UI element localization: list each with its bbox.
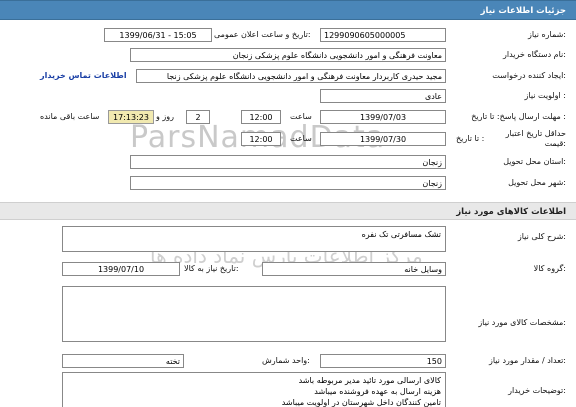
announce-label: تاریخ و ساعت اعلان عمومی: bbox=[214, 30, 311, 39]
priority-label: اولویت نیاز : bbox=[524, 91, 566, 100]
page-title: جزئیات اطلاعات نیاز bbox=[480, 6, 566, 16]
remaining-time-field: 17:13:23 bbox=[108, 110, 154, 124]
buyer-notes-line: تامین کنندگان داخل شهرستان در اولویت میب… bbox=[281, 398, 441, 407]
delivery-city-field: زنجان bbox=[130, 176, 446, 190]
goods-specs-field bbox=[62, 286, 446, 342]
price-validity-date-label: تا تاریخ : bbox=[456, 134, 485, 143]
price-validity-time-field: 12:00 bbox=[241, 132, 281, 146]
delivery-province-field: زنجان bbox=[130, 155, 446, 169]
need-date-field: 1399/07/10 bbox=[62, 262, 180, 276]
buyer-notes-field: کالای ارسالی مورد تائید مدیر مربوطه باشد… bbox=[62, 372, 446, 407]
priority-field: عادی bbox=[320, 89, 446, 103]
page-header: جزئیات اطلاعات نیاز bbox=[0, 0, 576, 20]
price-validity-date-field: 1399/07/30 bbox=[320, 132, 446, 146]
creator-label: ایجاد کننده درخواست: bbox=[492, 71, 566, 80]
response-time-field: 12:00 bbox=[241, 110, 281, 124]
response-date-field: 1399/07/03 bbox=[320, 110, 446, 124]
goods-specs-label: مشخصات کالای مورد نیاز: bbox=[478, 318, 566, 327]
buyer-notes-line: هزینه ارسال به عهده فروشنده میباشد bbox=[314, 387, 441, 396]
goods-section-header: اطلاعات کالاهای مورد نیاز bbox=[0, 202, 576, 220]
buyer-contact-link[interactable]: اطلاعات تماس خریدار bbox=[40, 71, 127, 80]
goods-group-field: وسایل خانه bbox=[262, 262, 446, 276]
response-time-label: ساعت bbox=[290, 112, 312, 121]
price-validity-label-2: قیمت: bbox=[544, 139, 566, 148]
need-date-label: تاریخ نیاز به کالا: bbox=[184, 264, 239, 273]
general-desc-field: تشک مسافرتی تک نفره bbox=[62, 226, 446, 252]
delivery-city-label: شهر محل تحویل: bbox=[508, 178, 566, 187]
announce-field: 1399/06/31 - 15:05 bbox=[104, 28, 212, 42]
quantity-label: تعداد / مقدار مورد نیاز: bbox=[488, 356, 566, 365]
days-label: روز و bbox=[156, 112, 174, 121]
remaining-label: ساعت باقی مانده bbox=[40, 112, 100, 121]
general-desc-label: شرح کلی نیاز: bbox=[517, 232, 566, 241]
need-number-label: شماره نیاز: bbox=[527, 30, 566, 39]
quantity-field: 150 bbox=[320, 354, 446, 368]
price-validity-time-label: ساعت bbox=[290, 134, 312, 143]
delivery-province-label: استان محل تحویل: bbox=[503, 157, 566, 166]
creator-field: مجید حیدری کاربردار معاونت فرهنگی و امور… bbox=[136, 69, 446, 83]
buyer-org-label: نام دستگاه خریدار: bbox=[502, 50, 566, 59]
buyer-notes-line: کالای ارسالی مورد تائید مدیر مربوطه باشد bbox=[298, 376, 441, 385]
response-deadline-label: مهلت ارسال پاسخ: تا تاریخ : bbox=[471, 112, 566, 121]
days-field: 2 bbox=[186, 110, 210, 124]
goods-section-title: اطلاعات کالاهای مورد نیاز bbox=[456, 207, 566, 217]
need-number-field: 1299090605000005 bbox=[320, 28, 446, 42]
unit-field: تخته bbox=[62, 354, 184, 368]
goods-group-label: گروه کالا: bbox=[533, 264, 566, 273]
price-validity-label-1: حداقل تاریخ اعتبار bbox=[505, 129, 566, 138]
buyer-notes-label: توضیحات خریدار: bbox=[508, 386, 566, 395]
unit-label: واحد شمارش: bbox=[262, 356, 310, 365]
buyer-org-field: معاونت فرهنگی و امور دانشجویی دانشگاه عل… bbox=[130, 48, 446, 62]
